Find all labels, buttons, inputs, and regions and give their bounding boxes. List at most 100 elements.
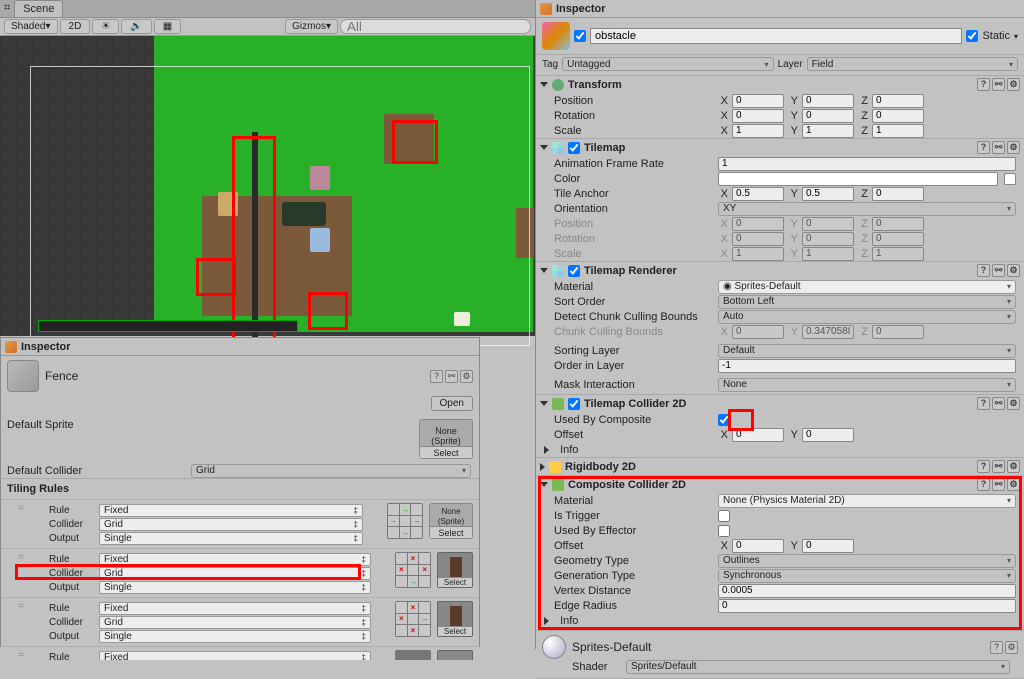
inspector-tab-right[interactable]: Inspector (536, 0, 1024, 18)
fx-icon[interactable]: ▦ (154, 19, 181, 34)
scene-tab[interactable]: Scene (14, 0, 63, 17)
gear-icon[interactable]: ⚙ (1007, 78, 1020, 91)
orient-dropdown[interactable]: XY (718, 202, 1016, 216)
rot-x[interactable] (732, 109, 784, 123)
preset-icon[interactable]: ⚯ (992, 264, 1005, 277)
help-icon[interactable]: ? (430, 370, 443, 383)
gear-icon[interactable]: ⚙ (1007, 264, 1020, 277)
anchor-x[interactable] (732, 187, 784, 201)
sl-dropdown[interactable]: Default (718, 344, 1016, 358)
color-field[interactable] (718, 172, 998, 186)
help-icon[interactable]: ? (977, 78, 990, 91)
help-icon[interactable]: ? (977, 460, 990, 473)
output-dropdown[interactable]: Single (99, 630, 371, 643)
mi-dropdown[interactable]: None (718, 378, 1016, 392)
tmr-header[interactable]: Tilemap Renderer?⚯⚙ (536, 262, 1024, 279)
rot-z[interactable] (872, 109, 924, 123)
preset-icon[interactable]: ⚯ (992, 460, 1005, 473)
expand-icon[interactable] (544, 446, 549, 454)
rule-sprite-thumb[interactable] (437, 650, 473, 660)
info-label[interactable]: Info (560, 444, 578, 456)
eyedropper-icon[interactable] (1004, 173, 1016, 185)
help-icon[interactable]: ? (990, 641, 1003, 654)
gear-icon[interactable]: ⚙ (1007, 141, 1020, 154)
gear-icon[interactable]: ⚙ (460, 370, 473, 383)
static-dropdown[interactable]: ▾ (1014, 32, 1018, 41)
scale-z[interactable] (872, 124, 924, 138)
gameobject-header: Static ▾ (536, 18, 1024, 55)
afr-input[interactable] (718, 157, 1016, 171)
help-icon[interactable]: ? (977, 264, 990, 277)
output-dropdown[interactable]: Single (99, 581, 371, 594)
scale-x[interactable] (732, 124, 784, 138)
sort-dropdown[interactable]: Bottom Left (718, 295, 1016, 309)
pos-z[interactable] (872, 94, 924, 108)
gear-icon[interactable]: ⚙ (1007, 397, 1020, 410)
ccb-z (872, 325, 924, 339)
active-checkbox[interactable] (574, 30, 586, 42)
offset-y[interactable] (802, 428, 854, 442)
output-dropdown[interactable]: Single (99, 532, 363, 545)
help-icon[interactable]: ? (977, 397, 990, 410)
neighbor-grid[interactable] (395, 650, 431, 660)
rule-sprite-thumb[interactable]: Select (437, 601, 473, 637)
tilemap-header[interactable]: Tilemap?⚯⚙ (536, 139, 1024, 156)
tc2d-header[interactable]: Tilemap Collider 2D?⚯⚙ (536, 395, 1024, 412)
drag-handle[interactable]: = (17, 650, 25, 660)
drag-handle[interactable]: = (17, 601, 25, 612)
gizmos-dropdown[interactable]: Gizmos ▾ (285, 19, 338, 34)
highlight-box (232, 136, 276, 346)
drag-handle[interactable]: = (17, 503, 25, 514)
tmr-enabled[interactable] (568, 265, 580, 277)
expand-icon (540, 463, 545, 471)
dccb-dropdown[interactable]: Auto (718, 310, 1016, 324)
static-checkbox[interactable] (966, 30, 978, 42)
tag-dropdown[interactable]: Untagged (562, 57, 773, 71)
preset-icon[interactable]: ⚯ (992, 141, 1005, 154)
open-button[interactable]: Open (431, 396, 473, 411)
rule-dropdown[interactable]: Fixed (99, 602, 371, 615)
default-sprite-slot[interactable]: None (Sprite)Select (419, 419, 473, 459)
anchor-z[interactable] (872, 187, 924, 201)
scale-y[interactable] (802, 124, 854, 138)
2d-toggle[interactable]: 2D (60, 19, 91, 34)
rule-sprite-slot[interactable]: None (Sprite)Select (429, 503, 473, 539)
lighting-icon[interactable]: ☀ (92, 19, 119, 34)
collider-dropdown[interactable]: Grid (99, 518, 363, 531)
inspector-tab-left[interactable]: Inspector (1, 338, 479, 356)
neighbor-grid[interactable]: ××→× (395, 601, 431, 637)
rb2d-header[interactable]: Rigidbody 2D?⚯⚙ (536, 458, 1024, 475)
anchor-y[interactable] (802, 187, 854, 201)
oil-input[interactable] (718, 359, 1016, 373)
gameobject-name-input[interactable] (590, 28, 962, 44)
audio-icon[interactable]: 🔊 (121, 19, 151, 34)
transform-header[interactable]: Transform?⚯⚙ (536, 76, 1024, 93)
camera-frame (30, 66, 530, 346)
preset-icon[interactable]: ⚯ (992, 78, 1005, 91)
ccb-label: Chunk Culling Bounds (554, 326, 714, 338)
rule-sprite-thumb[interactable]: Select (437, 552, 473, 588)
scene-search[interactable] (340, 19, 531, 34)
pos-x[interactable] (732, 94, 784, 108)
scene-viewport[interactable] (0, 36, 535, 336)
collider-dropdown[interactable]: Grid (99, 616, 371, 629)
neighbor-grid[interactable]: ×××→ (395, 552, 431, 588)
help-icon[interactable]: ? (977, 141, 990, 154)
tc2d-enabled[interactable] (568, 398, 580, 410)
rule-dropdown[interactable]: Fixed (99, 504, 363, 517)
rot-y[interactable] (802, 109, 854, 123)
layer-dropdown[interactable]: Field (807, 57, 1018, 71)
shading-dropdown[interactable]: Shaded ▾ (4, 19, 58, 34)
pos-y[interactable] (802, 94, 854, 108)
preset-icon[interactable]: ⚯ (992, 397, 1005, 410)
gear-icon[interactable]: ⚙ (1007, 460, 1020, 473)
tilemap-enabled[interactable] (568, 142, 580, 154)
neighbor-grid[interactable]: →→→→ (387, 503, 423, 539)
default-collider-dropdown[interactable]: Grid (191, 464, 471, 478)
rule-dropdown[interactable]: Fixed (99, 651, 371, 661)
drag-handle[interactable]: = (17, 552, 25, 563)
preset-icon[interactable]: ⚯ (445, 370, 458, 383)
shader-dropdown[interactable]: Sprites/Default (626, 660, 1010, 674)
material-field[interactable]: ◉ Sprites-Default (718, 280, 1016, 294)
gear-icon[interactable]: ⚙ (1005, 641, 1018, 654)
